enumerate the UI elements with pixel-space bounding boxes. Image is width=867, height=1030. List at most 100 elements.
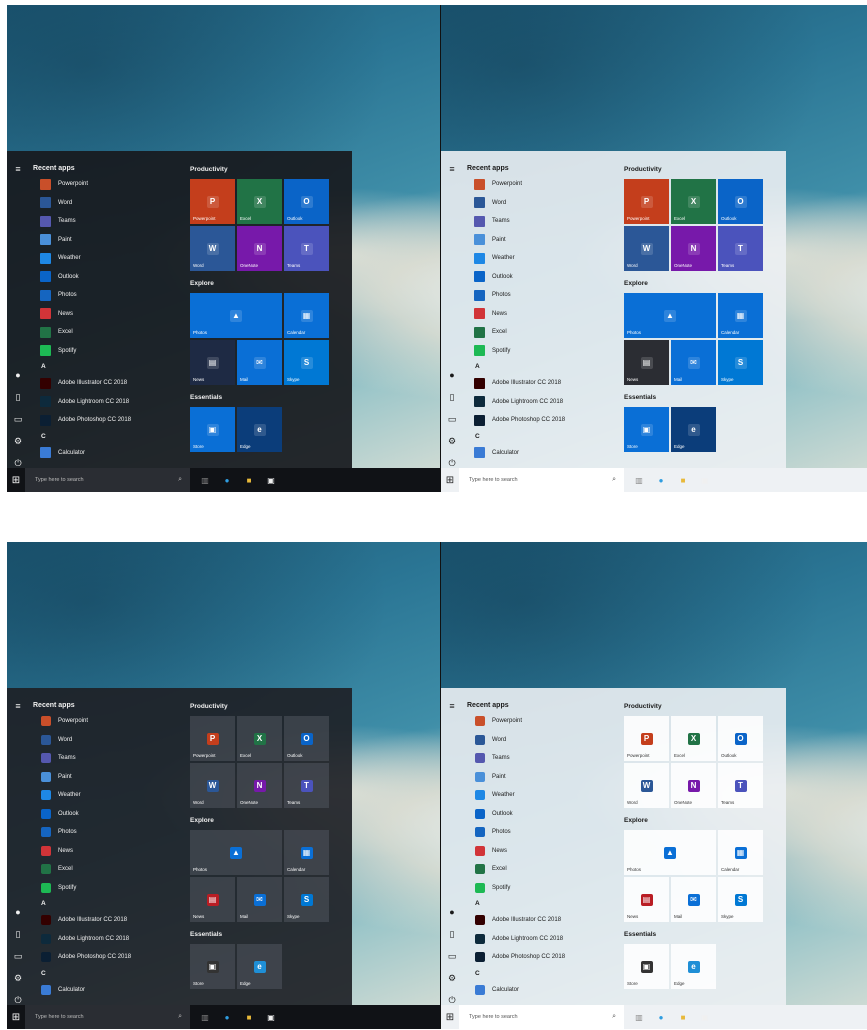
tile-edge[interactable]: e Edge [237, 944, 282, 989]
app-list-item[interactable]: Excel [29, 860, 179, 879]
app-list-item[interactable]: Excel [463, 323, 613, 342]
hamburger-menu-icon[interactable]: ≡ [12, 700, 24, 712]
app-list-item[interactable]: Powerpoint [29, 175, 179, 194]
documents-icon[interactable]: ▯ [12, 928, 24, 940]
tile-news[interactable]: ▤ News [190, 340, 235, 385]
app-list-item[interactable]: Weather [29, 786, 179, 805]
app-list-item[interactable]: Spotify [29, 879, 179, 898]
tile-outlook[interactable]: O Outlook [284, 179, 329, 224]
app-list-item[interactable]: Word [463, 194, 613, 213]
app-list-item[interactable]: Calculator [463, 981, 613, 1000]
app-list-item[interactable]: Weather [463, 786, 613, 805]
task-view-icon[interactable]: ▥ [632, 1010, 646, 1024]
store-icon[interactable]: ▣ [698, 473, 712, 487]
hamburger-menu-icon[interactable]: ≡ [446, 163, 458, 175]
app-list-item[interactable]: News [463, 305, 613, 324]
app-list-item[interactable]: News [463, 842, 613, 861]
app-list-item[interactable]: Outlook [29, 268, 179, 287]
letter-header-c[interactable]: C [475, 430, 613, 444]
pictures-icon[interactable]: ▭ [12, 413, 24, 425]
documents-icon[interactable]: ▯ [446, 391, 458, 403]
app-list-item[interactable]: Outlook [463, 268, 613, 287]
app-list-item[interactable]: Paint [463, 768, 613, 787]
user-avatar-icon[interactable]: ● [446, 906, 458, 918]
windows-start-icon[interactable]: ⊞ [7, 1005, 25, 1029]
app-list-item[interactable]: Adobe Photoshop CC 2018 [29, 948, 179, 967]
tile-skype[interactable]: S Skype [718, 877, 763, 922]
tile-word[interactable]: W Word [190, 226, 235, 271]
tile-store[interactable]: ▣ Store [624, 944, 669, 989]
app-list-item[interactable]: Adobe Lightroom CC 2018 [29, 393, 179, 412]
file-explorer-icon[interactable]: ■ [242, 473, 256, 487]
tile-news[interactable]: ▤ News [624, 340, 669, 385]
hamburger-menu-icon[interactable]: ≡ [446, 700, 458, 712]
taskbar-search-box[interactable]: Type here to search ⌕ [25, 468, 190, 492]
tile-excel[interactable]: X Excel [671, 179, 716, 224]
tile-calendar[interactable]: ▦ Calendar [284, 293, 329, 338]
tile-excel[interactable]: X Excel [671, 716, 716, 761]
tile-onenote[interactable]: N OneNote [237, 226, 282, 271]
store-icon[interactable]: ▣ [698, 1010, 712, 1024]
app-list-item[interactable]: Adobe Lightroom CC 2018 [29, 930, 179, 949]
letter-header-a[interactable]: A [41, 897, 179, 911]
file-explorer-icon[interactable]: ■ [676, 1010, 690, 1024]
store-icon[interactable]: ▣ [264, 1010, 278, 1024]
tile-mail[interactable]: ✉ Mail [671, 877, 716, 922]
letter-header-a[interactable]: A [475, 360, 613, 374]
app-list-item[interactable]: Weather [463, 249, 613, 268]
tile-skype[interactable]: S Skype [284, 340, 329, 385]
tile-outlook[interactable]: O Outlook [718, 179, 763, 224]
tile-calendar[interactable]: ▦ Calendar [718, 293, 763, 338]
file-explorer-icon[interactable]: ■ [242, 1010, 256, 1024]
app-list-item[interactable]: Word [463, 731, 613, 750]
app-list-item[interactable]: Spotify [463, 342, 613, 361]
store-icon[interactable]: ▣ [264, 473, 278, 487]
tile-edge[interactable]: e Edge [671, 407, 716, 452]
app-list-item[interactable]: Powerpoint [463, 712, 613, 731]
app-list-item[interactable]: Word [29, 194, 179, 213]
tile-news[interactable]: ▤ News [624, 877, 669, 922]
hamburger-menu-icon[interactable]: ≡ [12, 163, 24, 175]
settings-gear-icon[interactable]: ⚙ [446, 972, 458, 984]
app-list-item[interactable]: Photos [29, 286, 179, 305]
app-list-item[interactable]: Weather [29, 249, 179, 268]
tile-news[interactable]: ▤ News [190, 877, 235, 922]
app-list-item[interactable]: Powerpoint [463, 175, 613, 194]
app-list-item[interactable]: Photos [463, 823, 613, 842]
app-list-item[interactable]: Excel [463, 860, 613, 879]
app-list-item[interactable]: Teams [29, 749, 179, 768]
settings-gear-icon[interactable]: ⚙ [446, 435, 458, 447]
tile-word[interactable]: W Word [190, 763, 235, 808]
app-list-item[interactable]: Paint [463, 231, 613, 250]
app-list-item[interactable]: Calculator [463, 444, 613, 463]
tile-calendar[interactable]: ▦ Calendar [718, 830, 763, 875]
tile-store[interactable]: ▣ Store [190, 407, 235, 452]
tile-teams[interactable]: T Teams [284, 763, 329, 808]
windows-start-icon[interactable]: ⊞ [441, 468, 459, 492]
tile-photos[interactable]: ▲ Photos [190, 830, 282, 875]
app-list-item[interactable]: Teams [463, 749, 613, 768]
letter-header-a[interactable]: A [475, 897, 613, 911]
letter-header-a[interactable]: A [41, 360, 179, 374]
taskbar-search-box[interactable]: Type here to search ⌕ [459, 1005, 624, 1029]
app-list-item[interactable]: Adobe Lightroom CC 2018 [463, 930, 613, 949]
tile-word[interactable]: W Word [624, 763, 669, 808]
tile-skype[interactable]: S Skype [284, 877, 329, 922]
user-avatar-icon[interactable]: ● [12, 906, 24, 918]
app-list-item[interactable]: Teams [29, 212, 179, 231]
tile-excel[interactable]: X Excel [237, 179, 282, 224]
app-list-item[interactable]: Adobe Illustrator CC 2018 [29, 374, 179, 393]
tile-powerpoint[interactable]: P Powerpoint [624, 179, 669, 224]
app-list-item[interactable]: Outlook [463, 805, 613, 824]
tile-photos[interactable]: ▲ Photos [624, 293, 716, 338]
tile-edge[interactable]: e Edge [237, 407, 282, 452]
documents-icon[interactable]: ▯ [446, 928, 458, 940]
app-list-item[interactable]: News [29, 305, 179, 324]
pictures-icon[interactable]: ▭ [446, 413, 458, 425]
app-list-item[interactable]: Excel [29, 323, 179, 342]
tile-photos[interactable]: ▲ Photos [190, 293, 282, 338]
tile-powerpoint[interactable]: P Powerpoint [190, 179, 235, 224]
app-list-item[interactable]: Spotify [463, 879, 613, 898]
tile-teams[interactable]: T Teams [284, 226, 329, 271]
tile-outlook[interactable]: O Outlook [284, 716, 329, 761]
